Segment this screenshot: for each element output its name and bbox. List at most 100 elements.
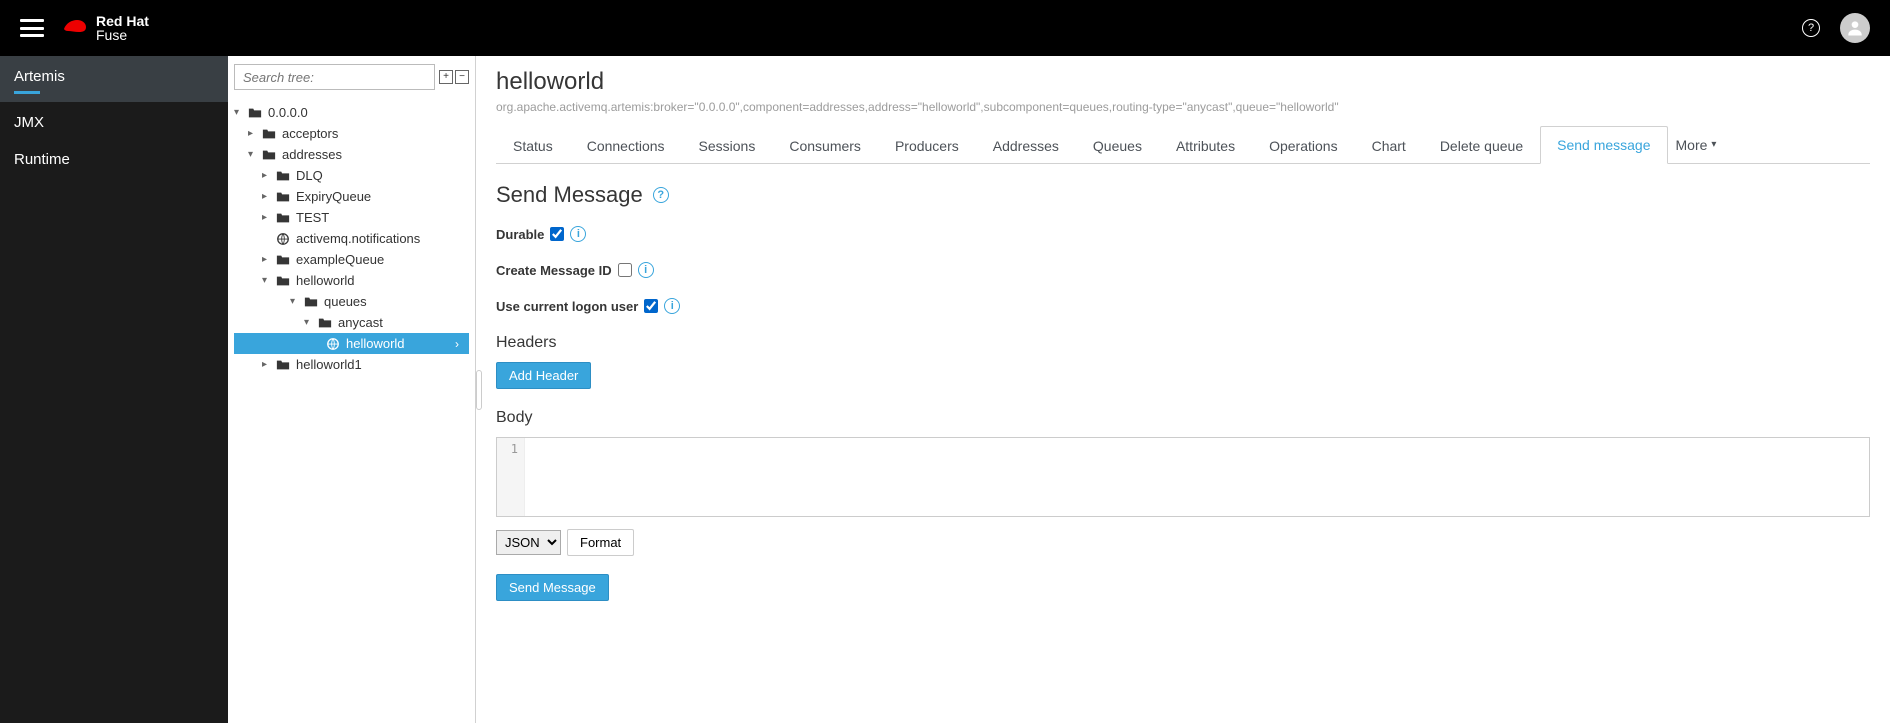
globe-icon xyxy=(276,232,290,246)
brand-text: Red Hat Fuse xyxy=(96,14,149,42)
info-icon[interactable]: ? xyxy=(653,187,669,203)
tree-label: helloworld1 xyxy=(296,357,362,372)
user-avatar[interactable] xyxy=(1840,13,1870,43)
tab-queues[interactable]: Queues xyxy=(1076,127,1159,164)
topbar-left: Red Hat Fuse xyxy=(20,14,149,42)
tree-node-acceptors[interactable]: ▸acceptors xyxy=(234,123,469,144)
main-content: helloworld org.apache.activemq.artemis:b… xyxy=(476,56,1890,723)
redhat-icon xyxy=(60,17,90,39)
tab-operations[interactable]: Operations xyxy=(1252,127,1354,164)
editor-text-area[interactable] xyxy=(525,438,1869,516)
tree-label: DLQ xyxy=(296,168,323,183)
page-subtitle: org.apache.activemq.artemis:broker="0.0.… xyxy=(496,100,1870,114)
folder-icon xyxy=(276,211,290,225)
tree-node-helloworld1[interactable]: ▸helloworld1 xyxy=(234,354,469,375)
tree-node-test[interactable]: ▸TEST xyxy=(234,207,469,228)
info-icon[interactable]: i xyxy=(638,262,654,278)
tab-producers[interactable]: Producers xyxy=(878,127,976,164)
use-current-user-row: Use current logon user i xyxy=(496,298,1870,314)
tree-label: helloworld xyxy=(346,336,405,351)
folder-icon xyxy=(276,190,290,204)
tree-label: queues xyxy=(324,294,367,309)
tab-send-message[interactable]: Send message xyxy=(1540,126,1667,164)
folder-icon xyxy=(318,316,332,330)
tree-panel: + − ▾ 0.0.0.0 ▸acceptors ▾addresses xyxy=(228,56,476,723)
folder-icon xyxy=(276,169,290,183)
chevron-right-icon: › xyxy=(455,337,459,351)
create-message-id-checkbox[interactable] xyxy=(618,263,632,277)
tab-addresses[interactable]: Addresses xyxy=(976,127,1076,164)
tree-node-anycast[interactable]: ▾anycast xyxy=(234,312,469,333)
body-heading: Body xyxy=(496,409,1870,427)
tree-node-helloworld[interactable]: ▾helloworld xyxy=(234,270,469,291)
panel-splitter[interactable] xyxy=(476,370,482,410)
topbar-right: ? xyxy=(1802,13,1870,43)
send-message-heading: Send Message xyxy=(496,182,643,208)
tab-delete-queue[interactable]: Delete queue xyxy=(1423,127,1540,164)
tree-label: exampleQueue xyxy=(296,252,384,267)
brand-primary: Red Hat xyxy=(96,14,149,28)
brand-logo[interactable]: Red Hat Fuse xyxy=(60,14,149,42)
nav-item-jmx[interactable]: JMX xyxy=(0,102,228,139)
tree-label: helloworld xyxy=(296,273,355,288)
tab-chart[interactable]: Chart xyxy=(1355,127,1423,164)
format-select[interactable]: JSON xyxy=(496,530,561,555)
tab-attributes[interactable]: Attributes xyxy=(1159,127,1252,164)
add-header-button[interactable]: Add Header xyxy=(496,362,591,389)
tree-node-expiryqueue[interactable]: ▸ExpiryQueue xyxy=(234,186,469,207)
hamburger-menu[interactable] xyxy=(20,19,44,37)
tree-label: activemq.notifications xyxy=(296,231,420,246)
tree-node-examplequeue[interactable]: ▸exampleQueue xyxy=(234,249,469,270)
format-button[interactable]: Format xyxy=(567,529,634,556)
help-icon[interactable]: ? xyxy=(1802,19,1820,37)
tree-collapse-all-button[interactable]: − xyxy=(455,70,469,84)
use-current-user-checkbox[interactable] xyxy=(644,299,658,313)
page-title: helloworld xyxy=(496,68,1870,96)
tab-more-dropdown[interactable]: More ▾ xyxy=(1668,127,1725,163)
tab-sessions[interactable]: Sessions xyxy=(682,127,773,164)
use-current-user-label: Use current logon user xyxy=(496,299,638,314)
folder-icon xyxy=(276,274,290,288)
tree-label: ExpiryQueue xyxy=(296,189,371,204)
tab-status[interactable]: Status xyxy=(496,127,570,164)
info-icon[interactable]: i xyxy=(664,298,680,314)
jmx-tree: ▾ 0.0.0.0 ▸acceptors ▾addresses ▸DLQ ▸Ex… xyxy=(234,102,469,375)
folder-icon xyxy=(304,295,318,309)
tree-node-addresses[interactable]: ▾addresses xyxy=(234,144,469,165)
nav-item-runtime[interactable]: Runtime xyxy=(0,139,228,176)
tree-expand-all-button[interactable]: + xyxy=(439,70,453,84)
top-bar: Red Hat Fuse ? xyxy=(0,0,1890,56)
durable-checkbox[interactable] xyxy=(550,227,564,241)
tab-bar: Status Connections Sessions Consumers Pr… xyxy=(496,126,1870,164)
section-heading: Send Message ? xyxy=(496,182,1870,208)
headers-heading: Headers xyxy=(496,334,1870,352)
durable-row: Durable i xyxy=(496,226,1870,242)
tree-node-helloworld-queue[interactable]: helloworld › xyxy=(234,333,469,354)
folder-icon xyxy=(276,253,290,267)
tree-node-dlq[interactable]: ▸DLQ xyxy=(234,165,469,186)
tab-consumers[interactable]: Consumers xyxy=(772,127,878,164)
tree-node-root[interactable]: ▾ 0.0.0.0 xyxy=(234,102,469,123)
body-editor[interactable]: 1 xyxy=(496,437,1870,517)
nav-item-artemis[interactable]: Artemis xyxy=(0,56,228,102)
tab-connections[interactable]: Connections xyxy=(570,127,682,164)
tree-node-queues[interactable]: ▾queues xyxy=(234,291,469,312)
chevron-down-icon: ▾ xyxy=(1711,139,1716,150)
tab-more-label: More xyxy=(1676,137,1708,153)
globe-icon xyxy=(326,337,340,351)
format-row: JSON Format xyxy=(496,529,1870,556)
brand-secondary: Fuse xyxy=(96,28,149,42)
folder-icon xyxy=(262,148,276,162)
create-message-id-label: Create Message ID xyxy=(496,263,612,278)
tree-label: addresses xyxy=(282,147,342,162)
info-icon[interactable]: i xyxy=(570,226,586,242)
send-message-button[interactable]: Send Message xyxy=(496,574,609,601)
tree-label: acceptors xyxy=(282,126,338,141)
tree-label: TEST xyxy=(296,210,329,225)
tree-node-amq-notifications[interactable]: ▸activemq.notifications xyxy=(234,228,469,249)
tree-search-input[interactable] xyxy=(234,64,435,90)
folder-icon xyxy=(276,358,290,372)
tree-label: anycast xyxy=(338,315,383,330)
create-message-id-row: Create Message ID i xyxy=(496,262,1870,278)
editor-gutter: 1 xyxy=(497,438,525,516)
